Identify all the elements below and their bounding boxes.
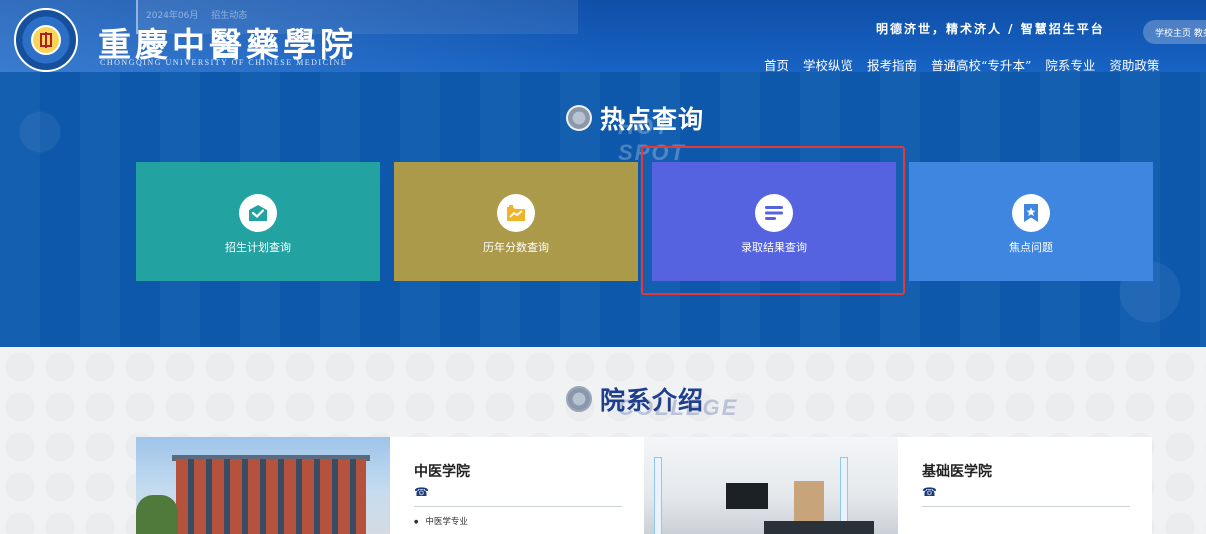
school-home-link[interactable]: 学校主页 教务 xyxy=(1143,20,1206,44)
card-past-scores[interactable]: 历年分数查询 xyxy=(394,162,638,281)
hot-query-section: 热点查询 HOT SPOT 招生计划查询 历年分数查询 录取结果查询 焦点问题 xyxy=(0,72,1206,347)
nav-item-upgrade[interactable]: 普通高校“专升本” xyxy=(931,55,1031,72)
dept-name[interactable]: 中医学院 xyxy=(414,461,644,481)
card-label: 历年分数查询 xyxy=(483,241,549,254)
hot-query-title: 热点查询 xyxy=(600,105,705,134)
school-name-en: CHONGQING UNIVERSITY OF CHINESE MEDICINE xyxy=(100,58,348,67)
logo-center-mark xyxy=(31,25,61,55)
highlight-box xyxy=(641,146,905,295)
dept-divider xyxy=(922,506,1130,507)
card-admission-plan[interactable]: 招生计划查询 xyxy=(136,162,380,281)
dept-photo-tcm[interactable] xyxy=(136,437,390,534)
logo-emblem-icon xyxy=(40,32,52,48)
bookmark-star-icon xyxy=(1012,194,1050,232)
nav-item-overview[interactable]: 学校纵览 xyxy=(803,55,853,72)
school-logo[interactable] xyxy=(14,8,78,72)
departments-section: 院系介绍 COLLEGE 中医学院 ☎ 中医学专业 基础医学院 ☎ xyxy=(0,347,1206,534)
phone-icon: ☎ xyxy=(922,485,937,499)
nav-item-departments[interactable]: 院系专业 xyxy=(1045,55,1095,72)
nav-item-guide[interactable]: 报考指南 xyxy=(867,55,917,72)
dept-divider xyxy=(414,506,622,507)
site-header: 2024年06月 招生动态 重慶中醫藥學院 CHONGQING UNIVERSI… xyxy=(0,0,1206,72)
nav-item-home[interactable]: 首页 xyxy=(764,55,789,72)
dept-major-item[interactable]: 中医学专业 xyxy=(414,515,644,527)
main-nav: 首页 学校纵览 报考指南 普通高校“专升本” 院系专业 资助政策 xyxy=(764,55,1159,72)
folder-chart-icon xyxy=(497,194,535,232)
card-focus-questions[interactable]: 焦点问题 xyxy=(909,162,1153,281)
dept-name[interactable]: 基础医学院 xyxy=(922,461,1152,481)
heading-emblem-icon xyxy=(566,386,592,412)
dept-card-tcm[interactable]: 中医学院 ☎ 中医学专业 xyxy=(390,437,644,534)
dept-photo-basic[interactable] xyxy=(644,437,898,534)
card-label: 招生计划查询 xyxy=(225,241,291,254)
envelope-check-icon xyxy=(239,194,277,232)
hot-query-heading: 热点查询 HOT SPOT xyxy=(566,100,705,165)
header-slogan: 明德济世，精术济人 / 智慧招生平台 xyxy=(876,22,1105,36)
phone-icon: ☎ xyxy=(414,485,429,499)
heading-emblem-icon xyxy=(566,105,592,131)
nav-item-aid[interactable]: 资助政策 xyxy=(1109,55,1159,72)
departments-title: 院系介绍 xyxy=(600,386,705,415)
departments-heading: 院系介绍 COLLEGE xyxy=(566,381,736,420)
card-label: 焦点问题 xyxy=(1009,241,1053,254)
dept-card-basic[interactable]: 基础医学院 ☎ xyxy=(898,437,1152,534)
